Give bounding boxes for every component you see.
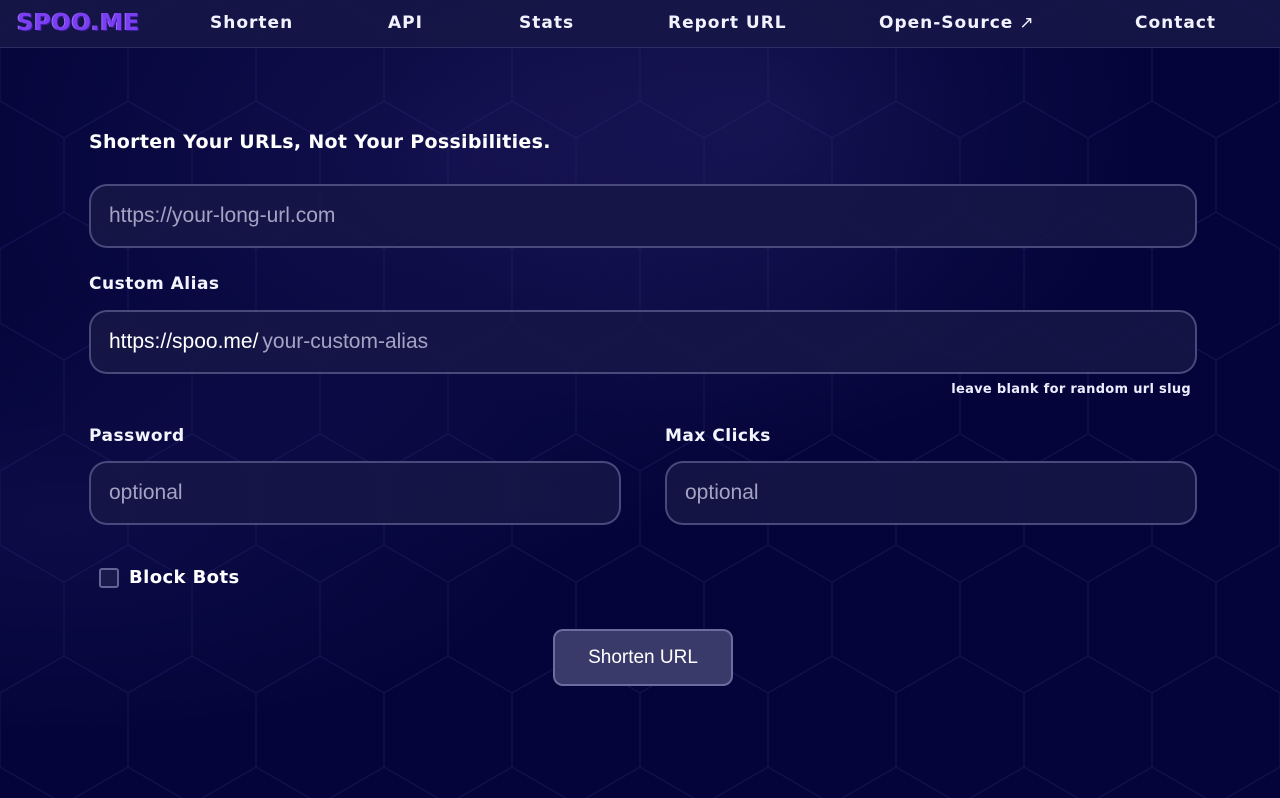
custom-alias-field[interactable]: https://spoo.me/	[89, 310, 1197, 374]
external-link-icon: ↗	[1019, 13, 1035, 33]
block-bots-label[interactable]: Block Bots	[129, 566, 240, 590]
nav-shorten[interactable]: Shorten	[210, 11, 293, 35]
spoo-me-logo[interactable]: SPOO.ME	[17, 8, 140, 38]
custom-alias-label: Custom Alias	[89, 274, 220, 294]
max-clicks-input[interactable]	[665, 461, 1197, 525]
alias-prefix: https://spoo.me/	[109, 330, 259, 353]
nav-api[interactable]: API	[388, 11, 423, 35]
custom-alias-input[interactable]	[258, 312, 1195, 372]
shorten-url-button[interactable]: Shorten URL	[553, 629, 733, 686]
block-bots-checkbox[interactable]	[99, 568, 119, 588]
nav-contact[interactable]: Contact	[1135, 11, 1216, 35]
nav-open-source-label: Open-Source	[879, 13, 1014, 33]
page-headline: Shorten Your URLs, Not Your Possibilitie…	[89, 131, 551, 153]
max-clicks-label: Max Clicks	[665, 426, 771, 446]
nav-stats[interactable]: Stats	[519, 11, 574, 35]
top-navbar: SPOO.ME Shorten API Stats Report URL Ope…	[0, 0, 1280, 48]
alias-hint: leave blank for random url slug	[951, 382, 1191, 397]
nav-open-source[interactable]: Open-Source ↗	[879, 11, 1035, 35]
password-input[interactable]	[89, 461, 621, 525]
block-bots-option[interactable]: Block Bots	[99, 566, 240, 590]
password-label: Password	[89, 426, 185, 446]
nav-report-url[interactable]: Report URL	[668, 11, 787, 35]
long-url-input[interactable]	[89, 184, 1197, 248]
